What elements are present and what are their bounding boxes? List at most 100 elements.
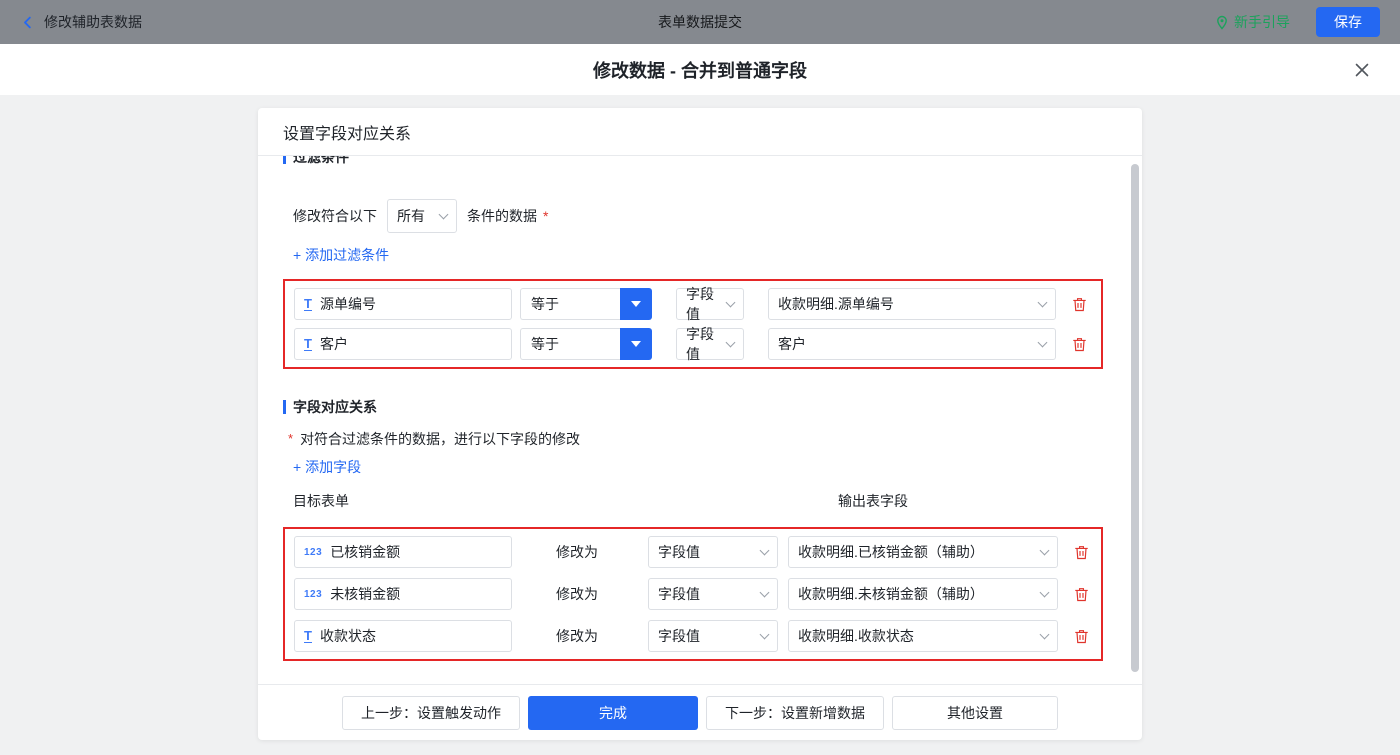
dialog-title: 修改数据 - 合并到普通字段 [593,57,807,83]
app-title: 表单数据提交 [658,12,742,32]
column-header-target: 目标表单 [293,491,349,511]
chevron-down-icon [760,630,770,640]
app-bar: 修改辅助表数据 表单数据提交 新手引导 保存 [0,0,1400,44]
mapping-rows-highlight: 123 已核销金额 修改为 字段值 收款明细.已核销金额（辅助） [283,527,1103,661]
value-select[interactable]: 收款明细.源单编号 [768,288,1056,320]
field-input[interactable]: T 源单编号 [294,288,512,320]
value-select[interactable]: 收款明细.未核销金额（辅助） [788,578,1058,610]
delete-button[interactable] [1072,297,1087,312]
value-select[interactable]: 收款明细.收款状态 [788,620,1058,652]
trash-icon [1074,632,1089,647]
modify-label: 修改为 [556,626,598,646]
number-field-icon: 123 [304,547,322,558]
close-icon [1354,66,1370,81]
filter-rows-highlight: T 源单编号 等于 字段值 收款明细.源单编号 [283,279,1103,369]
back-icon [20,15,35,30]
column-header-output: 输出表字段 [838,491,908,511]
condition-prefix: 修改符合以下 [293,206,377,226]
value-select[interactable]: 客户 [768,328,1056,360]
delete-button[interactable] [1074,545,1089,560]
text-field-icon: T [304,630,312,643]
field-label: 已核销金额 [330,542,400,562]
save-button[interactable]: 保存 [1316,7,1380,37]
dialog-header: 修改数据 - 合并到普通字段 [0,44,1400,95]
text-field-icon: T [304,338,312,351]
delete-button[interactable] [1074,587,1089,602]
filter-row: T 源单编号 等于 字段值 收款明细.源单编号 [294,288,1092,320]
mapping-description: * 对符合过滤条件的数据，进行以下字段的修改 [288,429,1103,449]
guide-label: 新手引导 [1234,12,1290,32]
back-button[interactable]: 修改辅助表数据 [20,12,142,32]
trash-icon [1074,590,1089,605]
section-marker [283,400,286,414]
chevron-down-icon [760,546,770,556]
chevron-down-icon [439,210,449,220]
condition-line: 修改符合以下 所有 条件的数据 * [293,199,1103,233]
required-asterisk: * [543,208,548,224]
field-input[interactable]: 123 未核销金额 [294,578,512,610]
field-label: 源单编号 [320,294,376,314]
value-type-select[interactable]: 字段值 [648,578,778,610]
card-footer: 上一步：设置触发动作 完成 下一步：设置新增数据 其他设置 [258,684,1142,740]
triangle-down-icon [631,301,641,307]
back-label: 修改辅助表数据 [44,12,142,32]
value-select[interactable]: 收款明细.已核销金额（辅助） [788,536,1058,568]
chevron-down-icon [1038,298,1048,308]
match-mode-select[interactable]: 所有 [387,199,457,233]
next-step-button[interactable]: 下一步：设置新增数据 [706,696,884,730]
delete-button[interactable] [1074,629,1089,644]
chevron-down-icon [760,588,770,598]
done-button[interactable]: 完成 [528,696,698,730]
modify-label: 修改为 [556,584,598,604]
mapping-row: 123 已核销金额 修改为 字段值 收款明细.已核销金额（辅助） [294,536,1092,568]
operator-select[interactable]: 等于 [520,288,652,320]
number-field-icon: 123 [304,589,322,600]
pin-icon [1215,15,1229,30]
value-type-select[interactable]: 字段值 [676,328,744,360]
mapping-section-title: 字段对应关系 [283,397,1103,417]
condition-suffix: 条件的数据 [467,206,537,226]
operator-dropdown-button[interactable] [620,288,652,320]
chevron-down-icon [1040,630,1050,640]
close-button[interactable] [1350,58,1374,82]
mapping-row: T 收款状态 修改为 字段值 收款明细.收款状态 [294,620,1092,652]
trash-icon [1072,340,1087,355]
mapping-row: 123 未核销金额 修改为 字段值 收款明细.未核销金额（辅助） [294,578,1092,610]
filter-row: T 客户 等于 字段值 客户 [294,328,1092,360]
trash-icon [1072,300,1087,315]
required-asterisk: * [288,429,293,449]
other-settings-button[interactable]: 其他设置 [892,696,1058,730]
value-type-select[interactable]: 字段值 [676,288,744,320]
delete-button[interactable] [1072,337,1087,352]
field-label: 收款状态 [320,626,376,646]
field-input[interactable]: 123 已核销金额 [294,536,512,568]
section-marker [283,156,286,164]
chevron-down-icon [1040,588,1050,598]
value-type-select[interactable]: 字段值 [648,620,778,652]
card-scroll-area: 过滤条件 修改符合以下 所有 条件的数据 * + 添加过滤条件 T 源单编号 [258,156,1142,684]
chevron-down-icon [1040,546,1050,556]
card-title: 设置字段对应关系 [258,108,1142,156]
field-label: 客户 [320,334,348,354]
settings-card: 设置字段对应关系 过滤条件 修改符合以下 所有 条件的数据 * + 添加过滤条件 [258,108,1142,740]
operator-dropdown-button[interactable] [620,328,652,360]
operator-select[interactable]: 等于 [520,328,652,360]
add-filter-link[interactable]: + 添加过滤条件 [293,245,389,265]
add-field-link[interactable]: + 添加字段 [293,457,361,477]
filter-section-title: 过滤条件 [283,156,1103,167]
chevron-down-icon [726,298,736,308]
guide-button[interactable]: 新手引导 [1215,12,1290,32]
dialog-body: 设置字段对应关系 过滤条件 修改符合以下 所有 条件的数据 * + 添加过滤条件 [0,95,1400,755]
chevron-down-icon [726,338,736,348]
triangle-down-icon [631,341,641,347]
chevron-down-icon [1038,338,1048,348]
value-type-select[interactable]: 字段值 [648,536,778,568]
field-label: 未核销金额 [330,584,400,604]
text-field-icon: T [304,298,312,311]
field-input[interactable]: T 客户 [294,328,512,360]
field-input[interactable]: T 收款状态 [294,620,512,652]
modify-label: 修改为 [556,542,598,562]
prev-step-button[interactable]: 上一步：设置触发动作 [342,696,520,730]
scrollbar-thumb[interactable] [1131,164,1139,672]
column-headers: 目标表单 输出表字段 [283,491,1103,511]
